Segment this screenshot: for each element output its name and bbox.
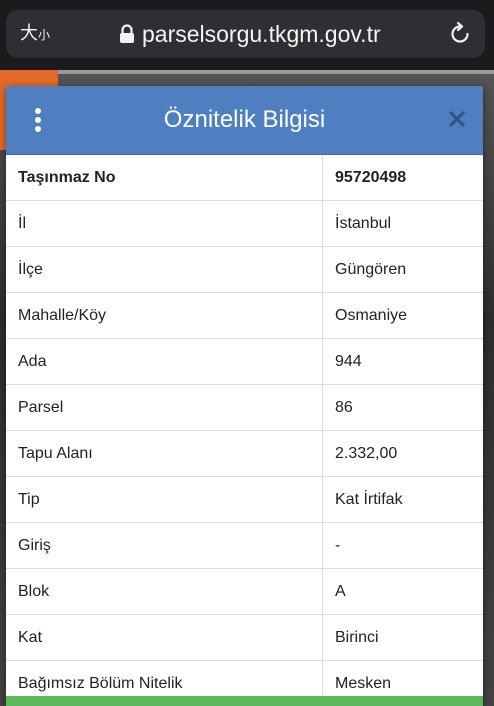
attribute-dialog: Öznitelik Bilgisi Taşınmaz No 95720498 İ… — [6, 86, 483, 706]
page-header-strip — [0, 70, 494, 74]
attribute-key: Kat — [6, 614, 323, 661]
attribute-key: İl — [6, 200, 323, 247]
dialog-title: Öznitelik Bilgisi — [163, 106, 326, 133]
text-size-big-label: 大 — [20, 23, 38, 44]
attribute-value: İstanbul — [322, 200, 483, 247]
attribute-key: Mahalle/Köy — [6, 292, 323, 339]
lock-icon — [120, 24, 134, 43]
attribute-table: Taşınmaz No 95720498 İl İstanbul İlçe Gü… — [6, 155, 483, 706]
attribute-value: - — [322, 522, 483, 569]
attribute-value: 86 — [322, 384, 483, 431]
attribute-value: 944 — [322, 338, 483, 385]
text-size-small-label: 小 — [38, 28, 51, 42]
table-row: İlçe Güngören — [6, 246, 483, 293]
attribute-key: Blok — [6, 568, 323, 615]
table-row: Taşınmaz No 95720498 — [6, 155, 483, 201]
attribute-value: A — [322, 568, 483, 615]
table-row: Tip Kat İrtifak — [6, 476, 483, 523]
attribute-value: 95720498 — [322, 155, 483, 201]
table-row: Kat Birinci — [6, 614, 483, 661]
table-row: Giriş - — [6, 522, 483, 569]
attribute-key: Parsel — [6, 384, 323, 431]
attribute-key: Ada — [6, 338, 323, 385]
table-row: Tapu Alanı 2.332,00 — [6, 430, 483, 477]
reload-icon[interactable] — [447, 21, 473, 47]
dialog-header: Öznitelik Bilgisi — [6, 86, 483, 155]
attribute-key: İlçe — [6, 246, 323, 293]
table-row: Parsel 86 — [6, 384, 483, 431]
attribute-value: Güngören — [322, 246, 483, 293]
close-icon[interactable] — [449, 111, 465, 127]
table-row: İl İstanbul — [6, 200, 483, 247]
attribute-value: 2.332,00 — [322, 430, 483, 477]
attribute-value: Birinci — [322, 614, 483, 661]
url-text[interactable]: parselsorgu.tkgm.gov.tr — [142, 20, 381, 48]
attribute-key: Taşınmaz No — [6, 155, 323, 201]
attribute-key: Tapu Alanı — [6, 430, 323, 477]
attribute-value: Osmaniye — [322, 292, 483, 339]
address-bar[interactable]: 大小 parselsorgu.tkgm.gov.tr — [6, 10, 485, 58]
table-row: Mahalle/Köy Osmaniye — [6, 292, 483, 339]
screen: 大小 parselsorgu.tkgm.gov.tr Öznitelik Bil… — [0, 0, 494, 706]
attribute-key: Giriş — [6, 522, 323, 569]
browser-toolbar: 大小 parselsorgu.tkgm.gov.tr — [0, 0, 494, 70]
dialog-footer-bar — [6, 696, 483, 706]
table-row: Blok A — [6, 568, 483, 615]
text-size-button[interactable]: 大小 — [20, 22, 50, 47]
table-row: Ada 944 — [6, 338, 483, 385]
attribute-key: Tip — [6, 476, 323, 523]
attribute-value: Kat İrtifak — [322, 476, 483, 523]
